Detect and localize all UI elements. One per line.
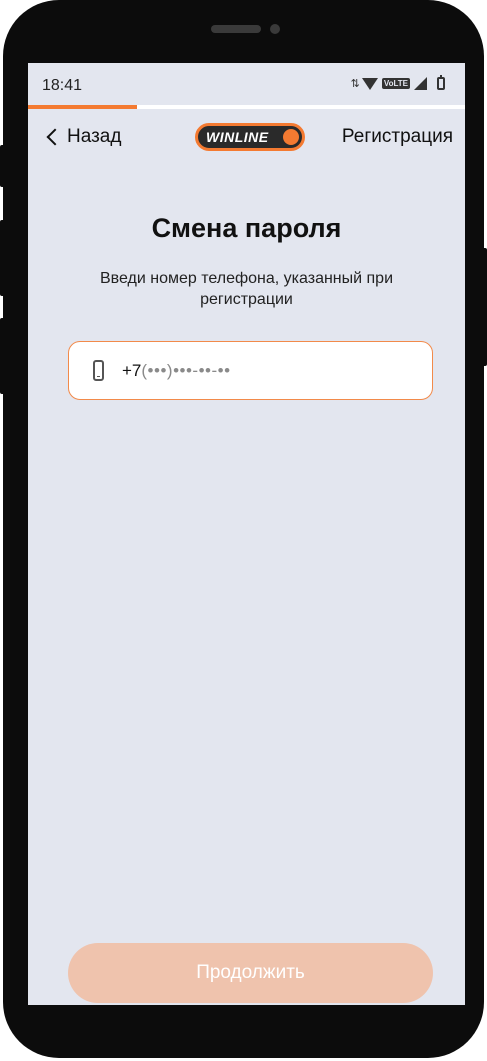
phone-frame: 18:41 ⇅ VoLTE Назад WINLINE Регистрация xyxy=(3,0,484,1058)
logo-dot-icon xyxy=(283,129,299,145)
top-navigation: Назад WINLINE Регистрация xyxy=(28,121,465,155)
back-button[interactable]: Назад xyxy=(45,126,121,148)
status-bar: 18:41 ⇅ VoLTE xyxy=(28,63,465,105)
data-arrows-icon: ⇅ xyxy=(350,78,360,90)
winline-logo: WINLINE xyxy=(195,123,305,151)
status-icons: ⇅ VoLTE xyxy=(350,75,445,90)
page-subtitle: Введи номер телефона, указанный при реги… xyxy=(99,270,394,308)
continue-button[interactable]: Продолжить xyxy=(68,943,433,1003)
progress-bar xyxy=(28,105,465,109)
phone-number-input[interactable]: +7 (•••)•••-••-•• xyxy=(68,341,433,400)
back-button-label: Назад xyxy=(67,126,122,147)
phone-screen: 18:41 ⇅ VoLTE Назад WINLINE Регистрация xyxy=(28,63,465,1005)
chevron-left-icon xyxy=(46,128,64,146)
smartphone-icon xyxy=(93,360,104,381)
phone-input-mask: (•••)•••-••-•• xyxy=(141,360,231,380)
logo-text: WINLINE xyxy=(206,129,269,145)
wifi-icon xyxy=(361,77,378,90)
progress-bar-fill xyxy=(28,105,138,109)
phone-country-prefix: +7 xyxy=(122,360,142,380)
volte-icon: VoLTE xyxy=(381,78,410,89)
status-time: 18:41 xyxy=(42,77,83,94)
registration-link[interactable]: Регистрация xyxy=(342,126,453,148)
page-title: Смена пароля xyxy=(151,213,342,243)
battery-icon xyxy=(437,75,445,90)
front-camera xyxy=(270,24,280,34)
earpiece-speaker xyxy=(211,25,261,33)
signal-icon xyxy=(414,77,427,90)
